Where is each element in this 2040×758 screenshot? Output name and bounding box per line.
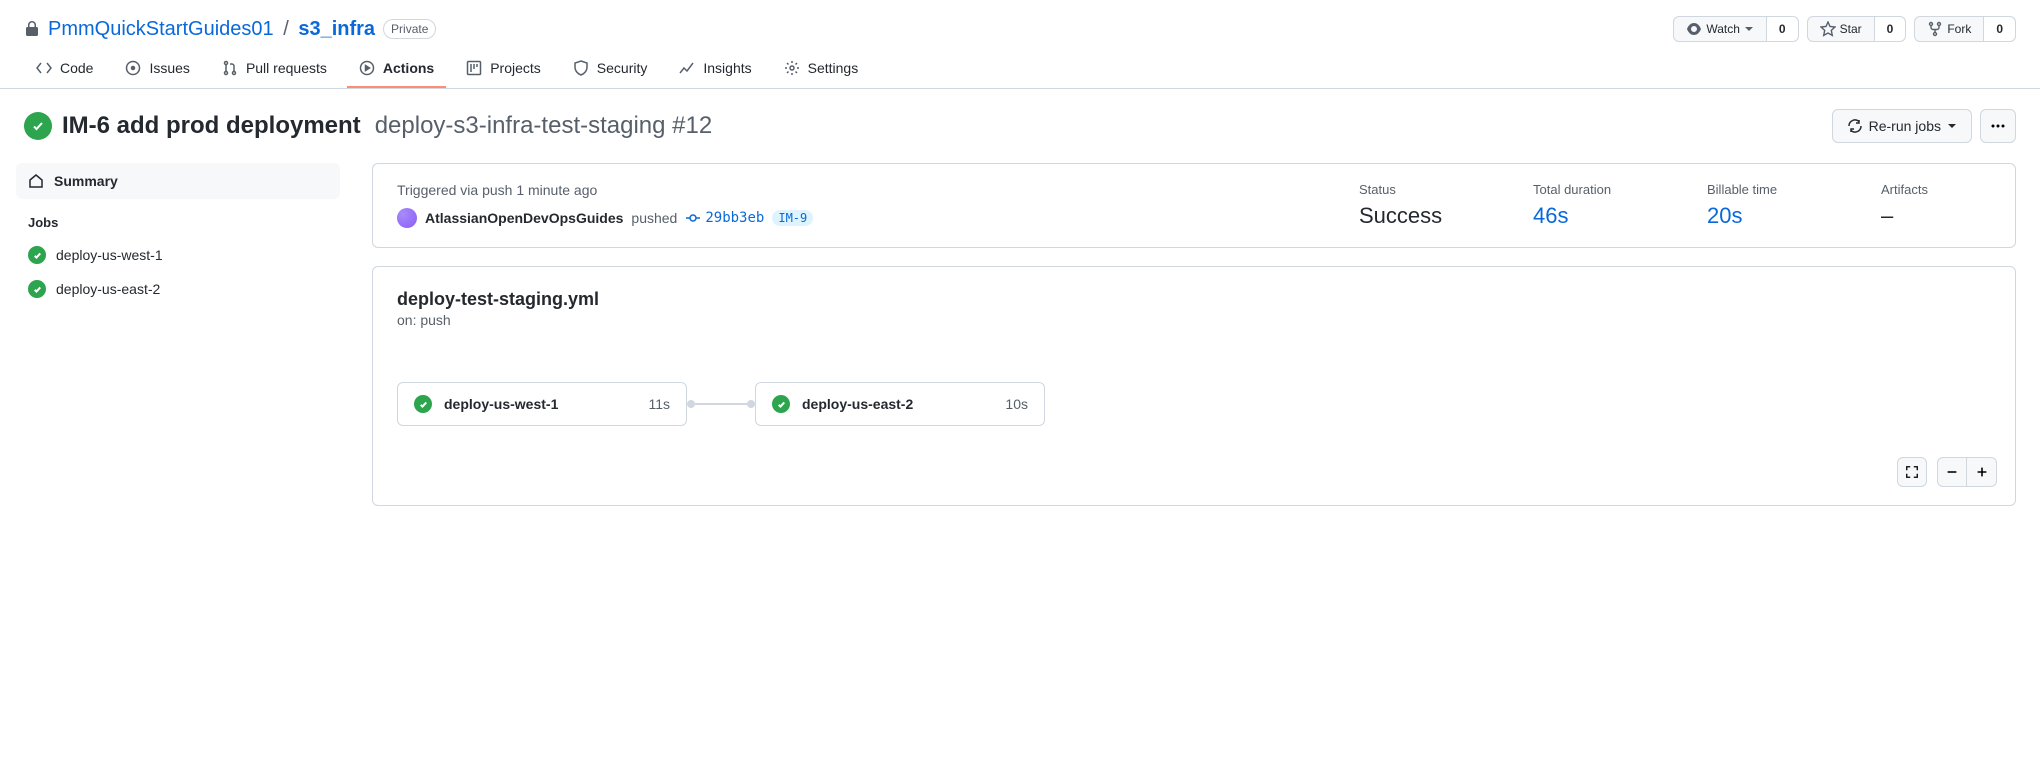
graph-title: deploy-test-staging.yml <box>397 289 1991 310</box>
star-button[interactable]: Star 0 <box>1807 16 1907 42</box>
issue-icon <box>125 60 141 76</box>
watch-button[interactable]: Watch 0 <box>1673 16 1798 42</box>
avatar[interactable] <box>397 208 417 228</box>
actor-link[interactable]: AtlassianOpenDevOpsGuides <box>425 210 623 226</box>
total-duration-label: Total duration <box>1533 182 1643 197</box>
pull-request-icon <box>222 60 238 76</box>
code-icon <box>36 60 52 76</box>
caret-down-icon <box>1744 24 1754 34</box>
billable-label: Billable time <box>1707 182 1817 197</box>
billable-value[interactable]: 20s <box>1707 203 1817 229</box>
rerun-button[interactable]: Re-run jobs <box>1832 109 1972 143</box>
repo-name-link[interactable]: s3_infra <box>298 18 375 40</box>
home-icon <box>28 173 44 189</box>
check-icon <box>28 280 46 298</box>
tab-issues[interactable]: Issues <box>113 50 201 88</box>
breadcrumb: PmmQuickStartGuides01 / s3_infra <box>48 18 375 41</box>
caret-down-icon <box>1947 121 1957 131</box>
trigger-text: Triggered via push 1 minute ago <box>397 182 1295 198</box>
check-icon <box>28 246 46 264</box>
watch-label: Watch <box>1706 22 1740 36</box>
workflow-title: IM-6 add prod deployment <box>62 112 361 140</box>
status-value: Success <box>1359 203 1469 229</box>
star-count[interactable]: 0 <box>1874 17 1906 41</box>
star-label: Star <box>1840 22 1862 36</box>
visibility-badge: Private <box>383 19 436 39</box>
check-icon <box>772 395 790 413</box>
tab-code[interactable]: Code <box>24 50 105 88</box>
star-icon <box>1820 21 1836 37</box>
graph-connector <box>687 400 755 408</box>
sidebar-job-east[interactable]: deploy-us-east-2 <box>16 272 340 306</box>
gear-icon <box>784 60 800 76</box>
status-label: Status <box>1359 182 1469 197</box>
play-icon <box>359 60 375 76</box>
run-status-icon <box>24 112 52 140</box>
lock-icon <box>24 21 40 37</box>
check-icon <box>414 395 432 413</box>
fullscreen-icon <box>1905 465 1919 479</box>
tab-actions[interactable]: Actions <box>347 50 446 88</box>
plus-icon <box>1975 465 1989 479</box>
eye-icon <box>1686 21 1702 37</box>
sidebar-summary[interactable]: Summary <box>16 163 340 199</box>
fork-label: Fork <box>1947 22 1971 36</box>
artifacts-value: – <box>1881 203 1991 229</box>
fork-button[interactable]: Fork 0 <box>1914 16 2016 42</box>
fork-icon <box>1927 21 1943 37</box>
sidebar-job-west[interactable]: deploy-us-west-1 <box>16 238 340 272</box>
watch-count[interactable]: 0 <box>1766 17 1798 41</box>
project-icon <box>466 60 482 76</box>
more-button[interactable] <box>1980 109 2016 143</box>
workflow-graph: deploy-test-staging.yml on: push deploy-… <box>372 266 2016 506</box>
commit-icon <box>685 210 701 226</box>
tab-pulls[interactable]: Pull requests <box>210 50 339 88</box>
graph-icon <box>679 60 695 76</box>
graph-job-west[interactable]: deploy-us-west-1 11s <box>397 382 687 426</box>
sidebar-jobs-heading: Jobs <box>16 199 340 238</box>
tab-settings[interactable]: Settings <box>772 50 871 88</box>
refresh-icon <box>1847 118 1863 134</box>
graph-subtitle: on: push <box>397 312 1991 328</box>
total-duration-value[interactable]: 46s <box>1533 203 1643 229</box>
pushed-text: pushed <box>631 210 677 226</box>
shield-icon <box>573 60 589 76</box>
branch-badge[interactable]: IM-9 <box>772 210 813 226</box>
workflow-subtitle: deploy-s3-infra-test-staging #12 <box>375 112 713 140</box>
zoom-out-button[interactable] <box>1937 457 1967 487</box>
graph-job-east[interactable]: deploy-us-east-2 10s <box>755 382 1045 426</box>
kebab-icon <box>1990 118 2006 134</box>
fork-count[interactable]: 0 <box>1983 17 2015 41</box>
commit-link[interactable]: 29bb3eb <box>685 210 764 226</box>
minus-icon <box>1945 465 1959 479</box>
fullscreen-button[interactable] <box>1897 457 1927 487</box>
zoom-in-button[interactable] <box>1967 457 1997 487</box>
repo-owner-link[interactable]: PmmQuickStartGuides01 <box>48 18 274 40</box>
tab-security[interactable]: Security <box>561 50 660 88</box>
tab-projects[interactable]: Projects <box>454 50 553 88</box>
artifacts-label: Artifacts <box>1881 182 1991 197</box>
summary-card: Triggered via push 1 minute ago Atlassia… <box>372 163 2016 248</box>
tab-insights[interactable]: Insights <box>667 50 763 88</box>
